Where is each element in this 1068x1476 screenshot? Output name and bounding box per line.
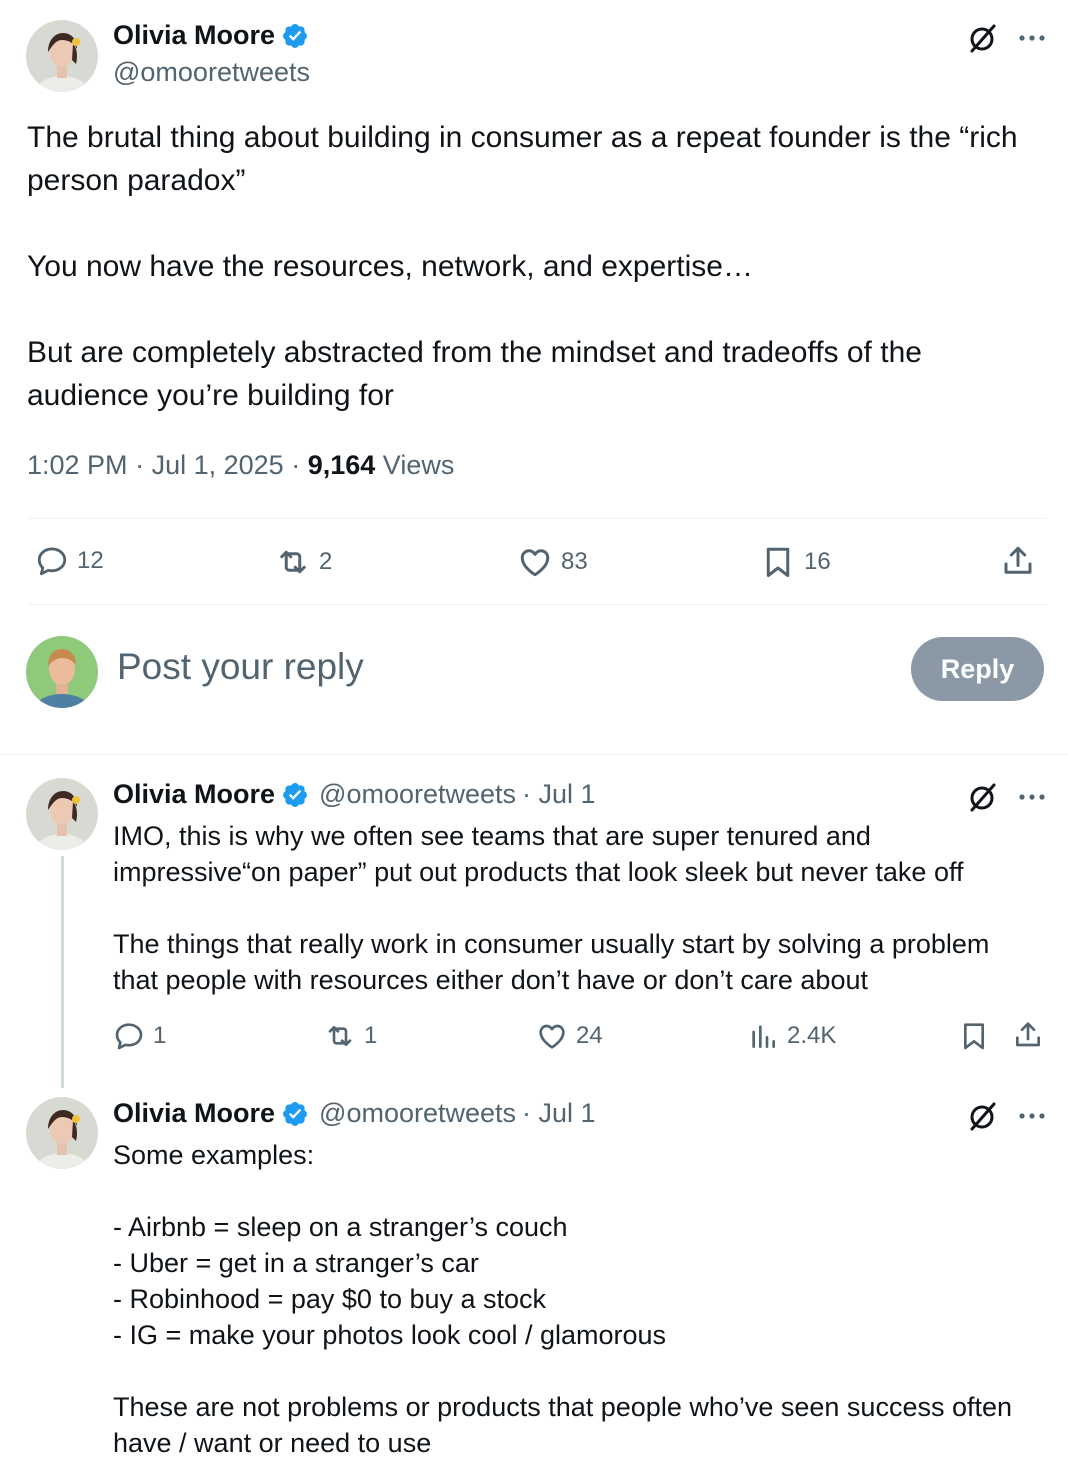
divider	[27, 518, 1047, 519]
verified-badge-icon	[281, 781, 309, 809]
grok-icon[interactable]	[966, 22, 998, 54]
reply-line: - Robinhood = pay $0 to buy a stock	[113, 1284, 547, 1314]
tweet-paragraph: The brutal thing about building in consu…	[27, 121, 1018, 197]
reply-header: Olivia Moore @omooretweets · Jul 1	[113, 1098, 596, 1129]
tweet-date[interactable]: Jul 1, 2025	[152, 450, 284, 480]
reply-top-actions	[966, 781, 1046, 813]
reply-line: impressive“on paper” put out products th…	[113, 857, 964, 887]
author-name[interactable]: Olivia Moore	[113, 20, 275, 51]
share-icon	[1012, 1019, 1044, 1051]
divider	[27, 604, 1047, 605]
my-avatar[interactable]	[26, 636, 98, 708]
author-handle[interactable]: @omooretweets	[113, 57, 310, 88]
tweet-text: The brutal thing about building in consu…	[27, 116, 1027, 417]
reply-count: 1	[153, 1022, 167, 1049]
share-action[interactable]	[1012, 1019, 1044, 1051]
like-count: 24	[576, 1022, 603, 1049]
reply-action[interactable]: 1	[113, 1020, 166, 1052]
repost-action[interactable]: 2	[275, 544, 332, 580]
repost-action[interactable]: 1	[324, 1020, 377, 1052]
share-icon	[1000, 543, 1036, 579]
tweet-paragraph: But are completely abstracted from the m…	[27, 336, 922, 412]
views-count: 2.4K	[787, 1022, 837, 1049]
bookmark-action[interactable]: 16	[760, 544, 831, 580]
thread-connector	[61, 856, 64, 1088]
reply-author-handle[interactable]: @omooretweets	[319, 779, 516, 810]
tweet-time[interactable]: 1:02 PM	[27, 450, 128, 480]
reply-line: - Uber = get in a stranger’s car	[113, 1248, 479, 1278]
more-options-icon[interactable]	[1018, 793, 1046, 801]
repost-count: 2	[319, 548, 333, 575]
grok-icon[interactable]	[966, 781, 998, 813]
bookmark-icon	[760, 544, 796, 580]
author-name-row[interactable]: Olivia Moore	[113, 20, 309, 51]
reply-line: IMO, this is why we often see teams that…	[113, 821, 871, 851]
reply-count: 12	[77, 547, 104, 574]
bookmark-icon	[958, 1020, 990, 1052]
like-icon	[536, 1020, 568, 1052]
reply-icon	[113, 1020, 145, 1052]
reply-author-name[interactable]: Olivia Moore	[113, 1098, 275, 1129]
reply-icon	[35, 544, 69, 578]
tweet-top-actions	[966, 22, 1046, 54]
reply-action[interactable]: 12	[35, 544, 104, 578]
repost-icon	[275, 544, 311, 580]
divider	[0, 754, 1068, 755]
verified-badge-icon	[281, 1100, 309, 1128]
like-action[interactable]: 83	[517, 544, 588, 580]
author-avatar[interactable]	[26, 20, 98, 92]
repost-count: 1	[364, 1022, 378, 1049]
reply-header: Olivia Moore @omooretweets · Jul 1	[113, 779, 596, 810]
bookmark-count: 16	[804, 548, 831, 575]
reply-line: - IG = make your photos look cool / glam…	[113, 1320, 667, 1350]
repost-icon	[324, 1020, 356, 1052]
views-icon	[747, 1020, 779, 1052]
tweet-timestamp: 1:02 PM · Jul 1, 2025 · 9,164 Views	[27, 450, 455, 480]
like-action[interactable]: 24	[536, 1020, 603, 1052]
reply-author-avatar[interactable]	[26, 778, 98, 850]
bookmark-action[interactable]	[958, 1020, 990, 1052]
reply-input[interactable]: Post your reply	[117, 646, 364, 688]
views-count: 9,164	[307, 450, 376, 480]
share-action[interactable]	[1000, 543, 1036, 579]
reply-line: have / want or need to use	[113, 1428, 432, 1458]
reply-text: IMO, this is why we often see teams that…	[113, 818, 1053, 998]
verified-badge-icon	[281, 22, 309, 50]
views-action[interactable]: 2.4K	[747, 1020, 836, 1052]
tweet-paragraph: You now have the resources, network, and…	[27, 250, 753, 283]
more-options-icon[interactable]	[1018, 1112, 1046, 1120]
reply-author-avatar[interactable]	[26, 1097, 98, 1169]
reply-line: Some examples:	[113, 1140, 315, 1170]
reply-author-name[interactable]: Olivia Moore	[113, 779, 275, 810]
reply-line: These are not problems or products that …	[113, 1392, 1013, 1422]
reply-date[interactable]: · Jul 1	[522, 779, 596, 810]
views-label: Views	[382, 450, 455, 480]
reply-date[interactable]: · Jul 1	[522, 1098, 596, 1129]
reply-line: The things that really work in consumer …	[113, 929, 990, 959]
reply-top-actions	[966, 1100, 1046, 1132]
reply-line: - Airbnb = sleep on a stranger’s couch	[113, 1212, 568, 1242]
like-count: 83	[561, 548, 588, 575]
more-options-icon[interactable]	[1018, 34, 1046, 42]
reply-line: that people with resources either don’t …	[113, 965, 868, 995]
reply-text: Some examples: - Airbnb = sleep on a str…	[113, 1137, 1053, 1461]
reply-author-handle[interactable]: @omooretweets	[319, 1098, 516, 1129]
grok-icon[interactable]	[966, 1100, 998, 1132]
reply-button[interactable]: Reply	[911, 637, 1044, 701]
like-icon	[517, 544, 553, 580]
